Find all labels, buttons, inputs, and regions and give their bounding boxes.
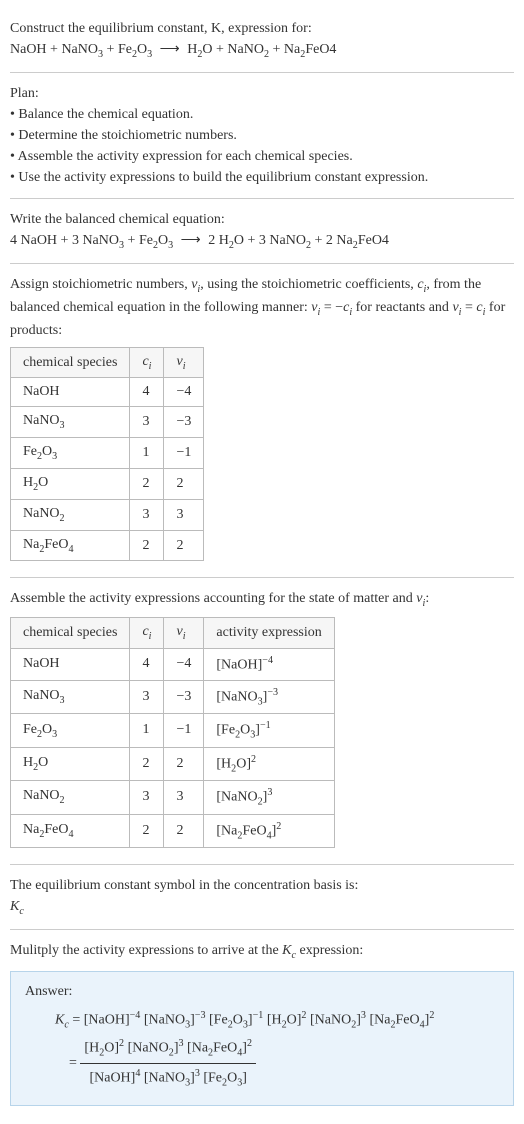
plan-bullet-3: • Assemble the activity expression for e… bbox=[10, 146, 514, 167]
answer-equation-line-1: Kc = [NaOH]−4 [NaNO3]−3 [Fe2O3]−1 [H2O]2… bbox=[25, 1006, 499, 1035]
table-row: NaNO233[NaNO2]3 bbox=[11, 781, 335, 814]
text: Construct the equilibrium constant, K, e… bbox=[10, 21, 312, 36]
table-row: Na2FeO422 bbox=[11, 530, 204, 561]
section-prompt: Construct the equilibrium constant, K, e… bbox=[10, 8, 514, 73]
answer-equation-line-2: = [H2O]2 [NaNO2]3 [Na2FeO4]2 [NaOH]4 [Na… bbox=[25, 1034, 499, 1092]
col-vi: νi bbox=[164, 618, 204, 649]
table-row: NaNO33−3 bbox=[11, 407, 204, 438]
section-stoich: Assign stoichiometric numbers, νi, using… bbox=[10, 264, 514, 579]
plan-title: Plan: bbox=[10, 83, 514, 104]
prompt-line-1: Construct the equilibrium constant, K, e… bbox=[10, 18, 514, 39]
table-row: Na2FeO422[Na2FeO4]2 bbox=[11, 814, 335, 847]
kc-text: The equilibrium constant symbol in the c… bbox=[10, 875, 514, 896]
col-species: chemical species bbox=[11, 347, 130, 378]
table-row: NaNO233 bbox=[11, 499, 204, 530]
table-row: Fe2O31−1[Fe2O3]−1 bbox=[11, 714, 335, 747]
balanced-equation: 4 NaOH + 3 NaNO3 + Fe2O3 ⟶ 2 H2O + 3 NaN… bbox=[10, 230, 514, 253]
arrow-icon: ⟶ bbox=[156, 39, 184, 60]
stoich-text: Assign stoichiometric numbers, νi, using… bbox=[10, 274, 514, 341]
fraction-numerator: [H2O]2 [NaNO2]3 [Na2FeO4]2 bbox=[80, 1034, 256, 1064]
col-species: chemical species bbox=[11, 618, 130, 649]
col-ci: ci bbox=[130, 347, 164, 378]
final-text: Mulitply the activity expressions to arr… bbox=[10, 940, 514, 963]
col-activity: activity expression bbox=[204, 618, 334, 649]
table-row: NaNO33−3[NaNO3]−3 bbox=[11, 680, 335, 713]
table-header-row: chemical species ci νi bbox=[11, 347, 204, 378]
activity-text: Assemble the activity expressions accoun… bbox=[10, 588, 514, 611]
answer-title: Answer: bbox=[25, 984, 499, 1000]
fraction: [H2O]2 [NaNO2]3 [Na2FeO4]2 [NaOH]4 [NaNO… bbox=[80, 1034, 256, 1092]
table-row: H2O22[H2O]2 bbox=[11, 747, 335, 780]
section-kc-symbol: The equilibrium constant symbol in the c… bbox=[10, 865, 514, 930]
fraction-denominator: [NaOH]4 [NaNO3]3 [Fe2O3] bbox=[80, 1064, 256, 1093]
table-row: Fe2O31−1 bbox=[11, 438, 204, 469]
arrow-icon: ⟶ bbox=[177, 230, 205, 251]
table-header-row: chemical species ci νi activity expressi… bbox=[11, 618, 335, 649]
table-row: NaOH4−4 bbox=[11, 378, 204, 407]
prompt-equation: NaOH + NaNO3 + Fe2O3 ⟶ H2O + NaNO2 + Na2… bbox=[10, 39, 514, 62]
activity-table: chemical species ci νi activity expressi… bbox=[10, 617, 335, 848]
plan-bullet-1: • Balance the chemical equation. bbox=[10, 104, 514, 125]
col-vi: νi bbox=[164, 347, 204, 378]
table-row: H2O22 bbox=[11, 469, 204, 500]
section-balanced: Write the balanced chemical equation: 4 … bbox=[10, 199, 514, 264]
section-activity: Assemble the activity expressions accoun… bbox=[10, 578, 514, 865]
plan-bullet-2: • Determine the stoichiometric numbers. bbox=[10, 125, 514, 146]
kc-symbol: Kc bbox=[10, 896, 514, 919]
balanced-title: Write the balanced chemical equation: bbox=[10, 209, 514, 230]
table-row: NaOH4−4[NaOH]−4 bbox=[11, 649, 335, 681]
plan-bullet-4: • Use the activity expressions to build … bbox=[10, 167, 514, 188]
col-ci: ci bbox=[130, 618, 164, 649]
answer-box: Answer: Kc = [NaOH]−4 [NaNO3]−3 [Fe2O3]−… bbox=[10, 971, 514, 1106]
section-final: Mulitply the activity expressions to arr… bbox=[10, 930, 514, 1116]
section-plan: Plan: • Balance the chemical equation. •… bbox=[10, 73, 514, 199]
stoich-table: chemical species ci νi NaOH4−4 NaNO33−3 … bbox=[10, 347, 204, 562]
